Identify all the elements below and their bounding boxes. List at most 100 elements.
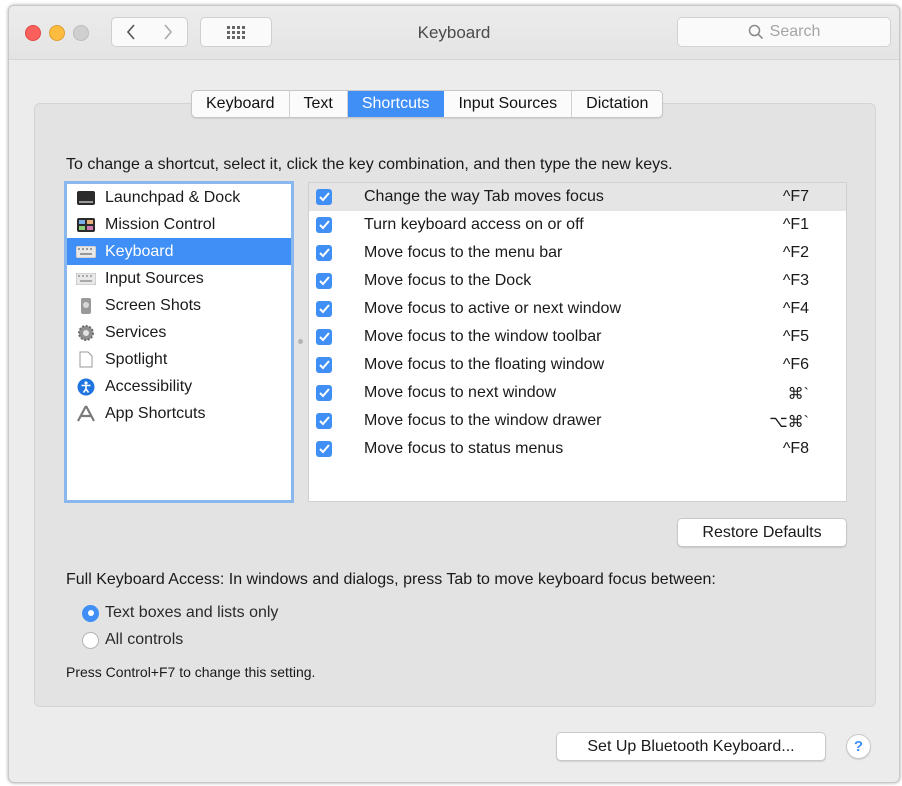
category-item[interactable]: Mission Control: [67, 211, 291, 238]
category-label: Mission Control: [105, 215, 216, 233]
category-label: Input Sources: [105, 269, 204, 287]
shortcut-checkbox[interactable]: [316, 441, 332, 457]
shortcut-checkbox[interactable]: [316, 357, 332, 373]
shortcut-row[interactable]: Move focus to the Dock ^F3: [309, 267, 846, 295]
shortcut-checkbox[interactable]: [316, 329, 332, 345]
keyboard-icon: [76, 244, 96, 260]
app-shortcuts-icon: [76, 404, 96, 422]
shortcut-label: Move focus to the window drawer: [364, 412, 602, 429]
radio-label: Text boxes and lists only: [105, 604, 279, 621]
shortcut-key[interactable]: ^F3: [783, 272, 809, 290]
search-icon: [748, 24, 763, 40]
shortcut-key[interactable]: ⌘`: [788, 384, 809, 404]
shortcut-key[interactable]: ^F5: [783, 328, 809, 346]
shortcut-key[interactable]: ^F4: [783, 300, 809, 318]
category-item[interactable]: Spotlight: [67, 346, 291, 373]
launchpad-dock-icon: [76, 190, 96, 206]
shortcut-row[interactable]: Turn keyboard access on or off ^F1: [309, 211, 846, 239]
shortcut-label: Turn keyboard access on or off: [364, 216, 584, 233]
checkmark-icon: [318, 304, 330, 314]
mission-control-icon: [76, 217, 96, 233]
category-label: Keyboard: [105, 242, 174, 260]
restore-defaults-button[interactable]: Restore Defaults: [677, 518, 847, 547]
checkmark-icon: [318, 192, 330, 202]
shortcut-row[interactable]: Move focus to the window toolbar ^F5: [309, 323, 846, 351]
checkmark-icon: [318, 388, 330, 398]
category-item[interactable]: Accessibility: [67, 373, 291, 400]
category-list[interactable]: Launchpad & Dock Mission Control Keyboar…: [64, 181, 294, 503]
category-item[interactable]: Launchpad & Dock: [67, 184, 291, 211]
input-sources-icon: [76, 271, 96, 287]
shortcut-key[interactable]: ^F7: [783, 188, 809, 206]
gear-icon: [76, 324, 96, 341]
shortcut-row[interactable]: Move focus to next window ⌘`: [309, 379, 846, 407]
shortcut-row[interactable]: Move focus to the menu bar ^F2: [309, 239, 846, 267]
category-item[interactable]: Services: [67, 319, 291, 346]
shortcut-label: Move focus to next window: [364, 384, 557, 401]
help-button[interactable]: ?: [846, 734, 871, 759]
document-icon: [76, 351, 96, 368]
category-label: Accessibility: [105, 377, 193, 395]
accessibility-icon: [76, 378, 96, 395]
category-label: Screen Shots: [105, 296, 202, 314]
radio-all-controls-option[interactable]: All controls: [82, 629, 183, 651]
shortcut-checkbox[interactable]: [316, 217, 332, 233]
full-keyboard-access-label: Full Keyboard Access: In windows and dia…: [66, 571, 716, 588]
title-bar: Keyboard Search: [9, 6, 899, 60]
shortcut-label: Move focus to the floating window: [364, 356, 605, 373]
tab-dictation[interactable]: Dictation: [572, 91, 662, 117]
shortcut-label: Move focus to active or next window: [364, 300, 622, 317]
shortcut-list[interactable]: Change the way Tab moves focus ^F7 Turn …: [308, 182, 847, 502]
shortcut-checkbox[interactable]: [316, 301, 332, 317]
shortcut-row[interactable]: Move focus to the floating window ^F6: [309, 351, 846, 379]
search-placeholder: Search: [769, 23, 821, 40]
shortcut-key[interactable]: ^F6: [783, 356, 809, 374]
shortcut-key[interactable]: ^F8: [783, 440, 809, 458]
category-item[interactable]: Screen Shots: [67, 292, 291, 319]
shortcut-label: Move focus to the window toolbar: [364, 328, 602, 345]
category-item[interactable]: Input Sources: [67, 265, 291, 292]
shortcut-label: Move focus to the Dock: [364, 272, 532, 289]
shortcut-row[interactable]: Move focus to the window drawer ⌥⌘`: [309, 407, 846, 435]
checkmark-icon: [318, 276, 330, 286]
tab-text[interactable]: Text: [290, 91, 348, 117]
checkmark-icon: [318, 332, 330, 342]
checkmark-icon: [318, 360, 330, 370]
tab-input-sources[interactable]: Input Sources: [444, 91, 573, 117]
search-field[interactable]: Search: [677, 17, 891, 47]
shortcut-key[interactable]: ^F1: [783, 216, 809, 234]
tab-shortcuts[interactable]: Shortcuts: [347, 91, 445, 117]
shortcut-key[interactable]: ^F2: [783, 244, 809, 262]
shortcut-key[interactable]: ⌥⌘`: [769, 412, 809, 432]
tab-bar: Keyboard Text Shortcuts Input Sources Di…: [191, 90, 664, 118]
category-label: Services: [105, 323, 167, 341]
shortcut-checkbox[interactable]: [316, 245, 332, 261]
shortcut-row[interactable]: Move focus to status menus ^F8: [309, 435, 846, 463]
radio-button-selected[interactable]: [82, 604, 99, 622]
shortcut-checkbox[interactable]: [316, 273, 332, 289]
shortcut-row[interactable]: Move focus to active or next window ^F4: [309, 295, 846, 323]
shortcut-label: Change the way Tab moves focus: [364, 188, 604, 205]
category-item-selected[interactable]: Keyboard: [67, 238, 291, 265]
category-label: Spotlight: [105, 350, 168, 368]
shortcut-row[interactable]: Change the way Tab moves focus ^F7: [309, 183, 846, 211]
checkmark-icon: [318, 444, 330, 454]
split-view-handle[interactable]: [298, 339, 303, 344]
shortcut-checkbox[interactable]: [316, 413, 332, 429]
set-up-bluetooth-keyboard-button[interactable]: Set Up Bluetooth Keyboard...: [556, 732, 826, 761]
radio-button[interactable]: [82, 631, 99, 649]
category-label: Launchpad & Dock: [105, 188, 241, 206]
instructions-text: To change a shortcut, select it, click t…: [66, 156, 673, 173]
shortcut-checkbox[interactable]: [316, 189, 332, 205]
category-label: App Shortcuts: [105, 404, 206, 422]
shortcut-label: Move focus to the menu bar: [364, 244, 563, 261]
checkmark-icon: [318, 416, 330, 426]
shortcut-label: Move focus to status menus: [364, 440, 564, 457]
shortcut-checkbox[interactable]: [316, 385, 332, 401]
category-item[interactable]: App Shortcuts: [67, 400, 291, 427]
preferences-window: Keyboard Search Keyboard Text Shortcuts …: [8, 5, 900, 783]
radio-text-boxes-option[interactable]: Text boxes and lists only: [82, 602, 278, 624]
screenshot-icon: [76, 297, 96, 314]
tab-keyboard[interactable]: Keyboard: [192, 91, 290, 117]
radio-label: All controls: [105, 631, 184, 648]
